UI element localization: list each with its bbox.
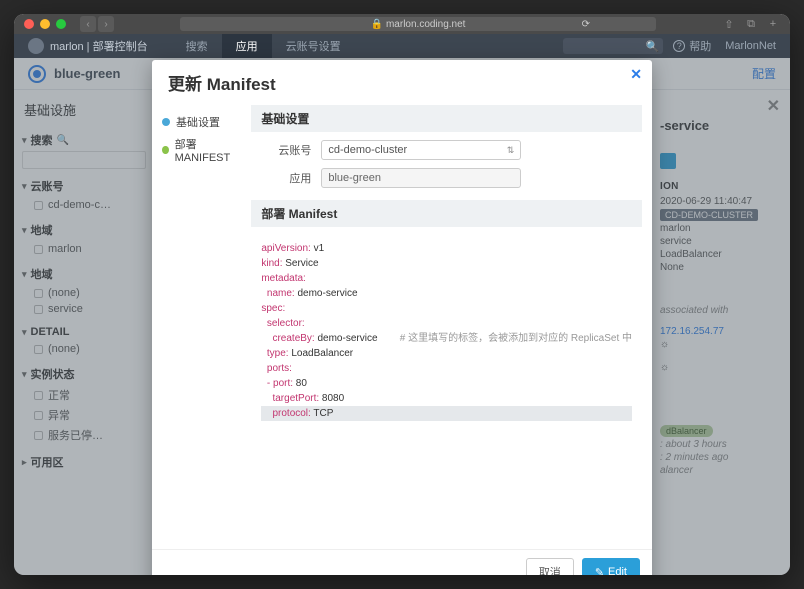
app-header: marlon | 部署控制台 搜索 应用 云账号设置 🔍 ? 帮助 Marlon… <box>14 34 790 58</box>
chevron-updown-icon: ⇅ <box>507 145 515 156</box>
account-select[interactable]: cd-demo-cluster⇅ <box>321 140 521 160</box>
edit-button[interactable]: ✎Edit <box>582 558 640 575</box>
modal-overlay: ✕ 更新 Manifest 基础设置 部署 MANIFEST 基础设置 云账号 … <box>14 58 790 575</box>
account-label: 云账号 <box>251 142 321 158</box>
reload-icon[interactable]: ⟳ <box>582 19 590 30</box>
yaml-editor[interactable]: apiVersion: v1 kind: Service metadata: n… <box>251 235 642 541</box>
tab-cloud-settings[interactable]: 云账号设置 <box>272 34 355 58</box>
section-manifest: 部署 Manifest <box>251 200 642 227</box>
user-name[interactable]: MarlonNet <box>725 40 776 52</box>
help-label[interactable]: 帮助 <box>689 38 711 54</box>
tabs-icon[interactable]: ⧉ <box>744 17 758 31</box>
url-text: marlon.coding.net <box>386 19 466 30</box>
nav-back-icon[interactable]: ‹ <box>80 16 96 32</box>
modal-close-icon[interactable]: ✕ <box>630 66 642 83</box>
help-icon[interactable]: ? <box>673 40 685 52</box>
pencil-icon: ✎ <box>595 566 604 576</box>
nav-forward-icon[interactable]: › <box>98 16 114 32</box>
window-minimize-icon[interactable] <box>40 19 50 29</box>
modal-nav-basic[interactable]: 基础设置 <box>162 111 241 133</box>
window-close-icon[interactable] <box>24 19 34 29</box>
header-search-input[interactable]: 🔍 <box>563 38 663 54</box>
section-basic: 基础设置 <box>251 105 642 132</box>
new-tab-icon[interactable]: + <box>766 17 780 31</box>
modal-title: 更新 Manifest <box>152 60 652 105</box>
url-bar[interactable]: 🔒 marlon.coding.net ⟳ <box>180 17 656 31</box>
window-maximize-icon[interactable] <box>56 19 66 29</box>
share-icon[interactable]: ⇧ <box>722 17 736 31</box>
tab-apps[interactable]: 应用 <box>222 34 272 58</box>
modal-nav-manifest[interactable]: 部署 MANIFEST <box>162 133 241 167</box>
cancel-button[interactable]: 取消 <box>526 558 574 575</box>
lock-icon: 🔒 <box>371 19 383 30</box>
modal-nav: 基础设置 部署 MANIFEST <box>152 105 251 541</box>
tab-search[interactable]: 搜索 <box>172 34 222 58</box>
app-logo-icon[interactable] <box>28 38 44 54</box>
dot-icon <box>162 118 170 126</box>
update-manifest-modal: ✕ 更新 Manifest 基础设置 部署 MANIFEST 基础设置 云账号 … <box>152 60 652 575</box>
app-title: marlon | 部署控制台 <box>50 38 148 54</box>
app-label: 应用 <box>251 170 321 186</box>
app-input[interactable]: blue-green <box>321 168 521 188</box>
dot-icon <box>162 146 169 154</box>
browser-titlebar: ‹ › 🔒 marlon.coding.net ⟳ ⇧ ⧉ + <box>14 14 790 34</box>
search-icon: 🔍 <box>646 40 660 53</box>
